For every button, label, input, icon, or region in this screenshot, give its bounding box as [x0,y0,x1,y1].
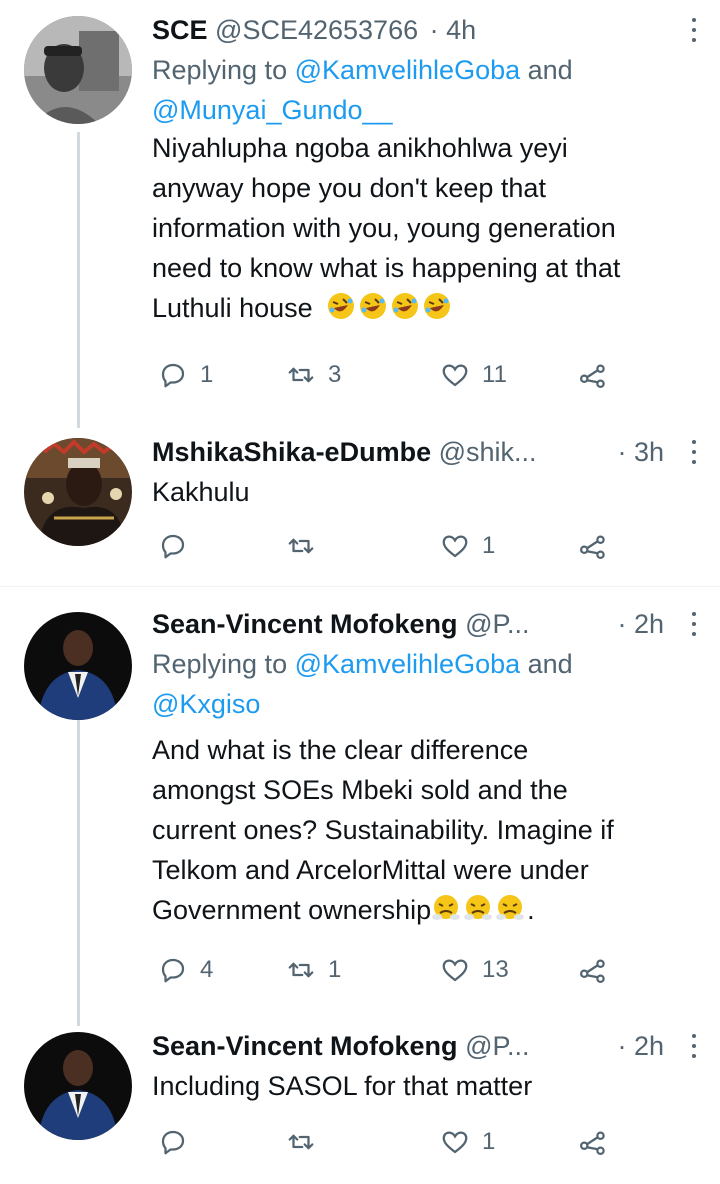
retweet-count: 3 [328,361,342,388]
author-handle[interactable]: @P... [465,1031,529,1061]
author-name[interactable]: MshikaShika-eDumbe [152,437,431,467]
author-handle[interactable]: @shik... [439,437,537,467]
author-handle[interactable]: @P... [465,609,529,639]
tweet-text: Including SASOL for that matter [152,1071,533,1101]
tweet-actions: 1 [158,1122,618,1162]
like-count: 11 [482,361,507,388]
timestamp[interactable]: · 2h [617,1026,664,1066]
tweet-text: Niyahlupha ngoba anikhohlwa yeyi anyway … [152,133,621,323]
retweet-button[interactable] [286,1122,316,1162]
retweet-button[interactable]: 1 [286,950,341,990]
replying-to: Replying to @KamvelihleGoba and @Kxgiso [152,649,573,719]
timestamp[interactable]: · 2h [617,604,664,644]
retweet-icon [288,367,314,383]
face-with-steam-emoji [432,895,461,920]
retweet-button[interactable]: 3 [286,355,341,395]
author-name[interactable]: Sean-Vincent Mofokeng [152,1031,458,1061]
share-button[interactable] [578,950,608,990]
reply-button[interactable]: 1 [158,355,213,395]
reply-count: 4 [200,956,214,983]
share-button[interactable] [578,1122,608,1162]
tweet[interactable]: Sean-Vincent Mofokeng @P... · 2h Includi… [0,1016,720,1184]
retweet-count: 1 [328,956,342,983]
retweet-icon [288,962,314,978]
mention-link[interactable]: @Kxgiso [152,689,260,719]
like-button[interactable]: 1 [440,1122,495,1162]
retweet-button[interactable] [286,526,316,566]
replying-to: Replying to @KamvelihleGoba and @Munyai_… [152,55,573,125]
author-name[interactable]: SCE [152,15,208,45]
tweet-actions: 1 3 11 [158,355,618,395]
avatar[interactable] [24,438,132,546]
more-options-icon[interactable] [690,612,698,636]
share-icon [580,1131,605,1155]
rolling-on-floor-laughing-emoji [328,293,355,319]
reply-icon [161,958,185,983]
like-count: 13 [482,956,509,983]
tweet[interactable]: Sean-Vincent Mofokeng @P... · 2h Replyin… [0,596,720,1016]
like-count: 1 [482,532,496,559]
tweet[interactable]: MshikaShika-eDumbe @shik... · 3h Kakhulu… [0,420,720,586]
heart-icon [442,364,468,387]
reply-button[interactable]: 4 [158,950,213,990]
share-icon [580,364,605,388]
more-options-icon[interactable] [690,440,698,464]
avatar[interactable] [24,1032,132,1140]
share-icon [580,535,605,559]
author-name[interactable]: Sean-Vincent Mofokeng [152,609,458,639]
reply-button[interactable] [158,1122,188,1162]
timestamp[interactable]: · 4h [430,15,477,45]
avatar[interactable] [24,16,132,124]
like-button[interactable]: 11 [440,355,507,395]
tweet-text: Kakhulu [152,477,250,507]
heart-icon [442,1131,468,1154]
heart-icon [442,535,468,558]
share-icon [580,959,605,983]
tweet-actions: 1 [158,526,618,566]
face-with-steam-emoji [464,895,493,920]
face-with-steam-emoji [496,895,525,920]
share-button[interactable] [578,355,608,395]
mention-link[interactable]: @KamvelihleGoba [295,55,521,85]
reply-button[interactable] [158,526,188,566]
like-button[interactable]: 13 [440,950,509,990]
rolling-on-floor-laughing-emoji [392,293,419,319]
more-options-icon[interactable] [690,1034,698,1058]
more-options-icon[interactable] [690,18,698,42]
heart-icon [442,959,468,982]
reply-icon [161,363,185,388]
like-count: 1 [482,1128,496,1155]
reply-icon [161,1130,185,1155]
share-button[interactable] [578,526,608,566]
divider [0,586,720,587]
tweet[interactable]: SCE @SCE42653766 · 4h Replying to @Kamve… [0,0,720,420]
reply-icon [161,534,185,559]
like-button[interactable]: 1 [440,526,495,566]
timestamp[interactable]: · 3h [617,432,664,472]
retweet-icon [288,1134,314,1150]
tweet-actions: 4 1 13 [158,950,618,990]
rolling-on-floor-laughing-emoji [360,293,387,319]
tweet-text: And what is the clear difference amongst… [152,735,614,925]
mention-link[interactable]: @Munyai_Gundo__ [152,95,393,125]
author-handle[interactable]: @SCE42653766 [215,15,418,45]
reply-count: 1 [200,361,214,388]
retweet-icon [288,538,314,554]
rolling-on-floor-laughing-emoji [424,293,451,319]
mention-link[interactable]: @KamvelihleGoba [295,649,521,679]
avatar[interactable] [24,612,132,720]
